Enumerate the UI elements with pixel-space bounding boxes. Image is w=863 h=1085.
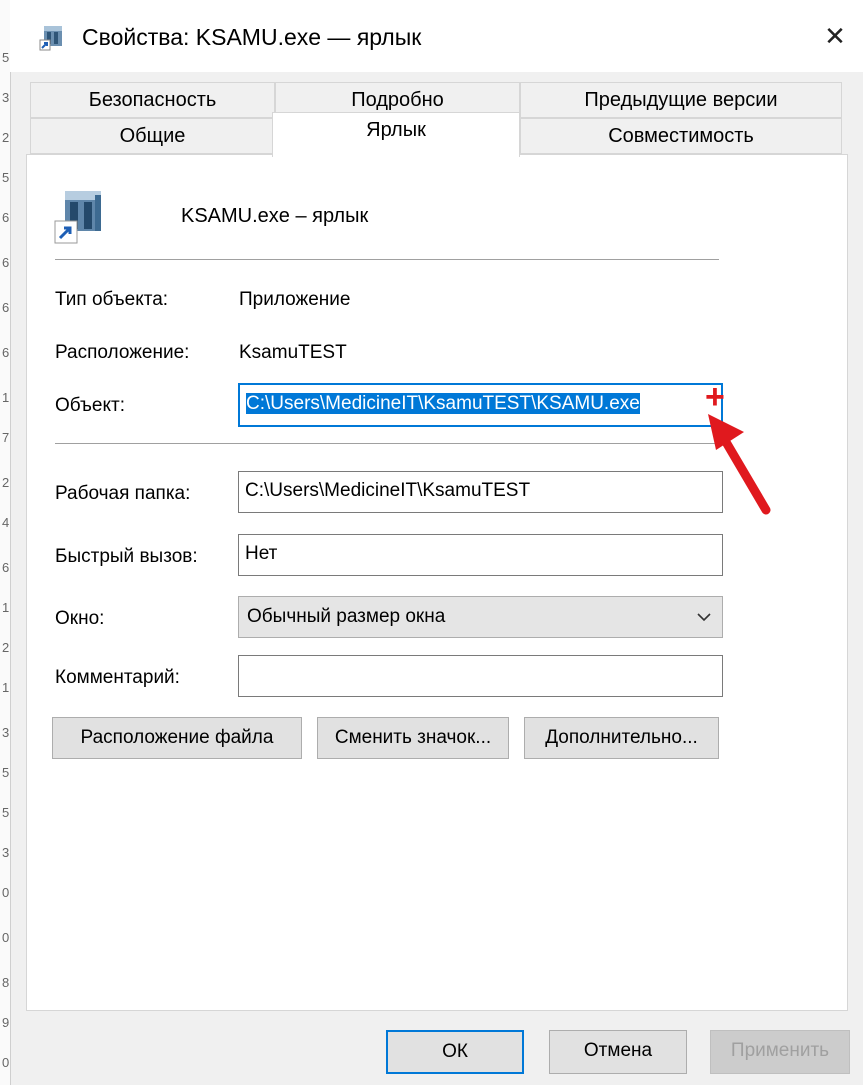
close-button[interactable]: ✕: [813, 14, 857, 58]
edge-digit: 2: [2, 640, 10, 655]
background-window-edge: 5 3 2 5 6 6 6 6 1 7 2 4 6 1 2 1 3 5 5 3 …: [0, 0, 11, 1085]
window-title: Свойства: KSAMU.exe — ярлык: [82, 24, 422, 50]
advanced-button[interactable]: Дополнительно...: [524, 717, 719, 759]
shortcut-tab-panel: KSAMU.exe – ярлык Тип объекта: Приложени…: [26, 154, 848, 1011]
edge-digit: 5: [2, 765, 10, 780]
hotkey-label: Быстрый вызов:: [55, 546, 198, 567]
edge-digit: 1: [2, 390, 10, 405]
tab-strip: Безопасность Подробно Предыдущие версии …: [10, 72, 863, 162]
chevron-down-icon: [697, 613, 711, 622]
edge-digit: 3: [2, 725, 10, 740]
workdir-input[interactable]: C:\Users\MedicineIT\KsamuTEST: [238, 471, 723, 513]
title-bar[interactable]: Свойства: KSAMU.exe — ярлык ✕: [10, 0, 863, 72]
edge-digit: 7: [2, 430, 10, 445]
edge-digit: 5: [2, 805, 10, 820]
ok-button[interactable]: ОК: [386, 1030, 524, 1074]
hotkey-input[interactable]: Нет: [238, 534, 723, 576]
cancel-button[interactable]: Отмена: [549, 1030, 687, 1074]
separator: [55, 443, 719, 444]
workdir-label: Рабочая папка:: [55, 483, 191, 504]
annotation-plus-marker: +: [705, 378, 725, 416]
window-mode-label: Окно:: [55, 608, 105, 629]
tab-shortcut[interactable]: Ярлык: [272, 112, 520, 157]
edge-digit: 0: [2, 1055, 10, 1070]
edge-digit: 0: [2, 930, 10, 945]
edge-digit: 2: [2, 475, 10, 490]
tab-security[interactable]: Безопасность: [30, 82, 275, 118]
comment-label: Комментарий:: [55, 667, 180, 688]
tab-previous-versions[interactable]: Предыдущие версии: [520, 82, 842, 118]
target-label: Объект:: [55, 395, 125, 416]
edge-digit: 2: [2, 130, 10, 145]
shortcut-name: KSAMU.exe – ярлык: [181, 205, 369, 227]
edge-digit: 6: [2, 255, 10, 270]
edge-digit: 0: [2, 885, 10, 900]
type-value: Приложение: [239, 289, 351, 310]
edge-digit: 5: [2, 50, 10, 65]
close-icon: ✕: [824, 20, 846, 51]
edge-digit: 6: [2, 345, 10, 360]
edge-digit: 1: [2, 600, 10, 615]
app-shortcut-icon: [39, 26, 62, 51]
separator: [55, 259, 719, 260]
type-label: Тип объекта:: [55, 289, 169, 310]
target-input[interactable]: C:\Users\MedicineIT\KsamuTEST\KSAMU.exe: [238, 383, 723, 427]
edge-digit: 6: [2, 210, 10, 225]
edge-digit: 1: [2, 680, 10, 695]
edge-digit: 9: [2, 1015, 10, 1030]
file-location-button[interactable]: Расположение файла: [52, 717, 302, 759]
edge-digit: 5: [2, 170, 10, 185]
tab-compatibility[interactable]: Совместимость: [520, 118, 842, 154]
location-value: KsamuTEST: [239, 342, 347, 363]
annotation-arrow: [708, 414, 771, 515]
window-mode-value: Обычный размер окна: [247, 606, 446, 627]
apply-button[interactable]: Применить: [710, 1030, 850, 1074]
window-mode-select[interactable]: Обычный размер окна: [238, 596, 723, 638]
edge-digit: 4: [2, 515, 10, 530]
edge-digit: 8: [2, 975, 10, 990]
edge-digit: 6: [2, 300, 10, 315]
comment-input[interactable]: [238, 655, 723, 697]
change-icon-button[interactable]: Сменить значок...: [317, 717, 509, 759]
tab-general[interactable]: Общие: [30, 118, 275, 154]
edge-digit: 3: [2, 90, 10, 105]
location-label: Расположение:: [55, 342, 190, 363]
edge-digit: 3: [2, 845, 10, 860]
target-input-value: C:\Users\MedicineIT\KsamuTEST\KSAMU.exe: [246, 393, 640, 414]
application-shortcut-icon: [54, 191, 101, 244]
edge-digit: 6: [2, 560, 10, 575]
